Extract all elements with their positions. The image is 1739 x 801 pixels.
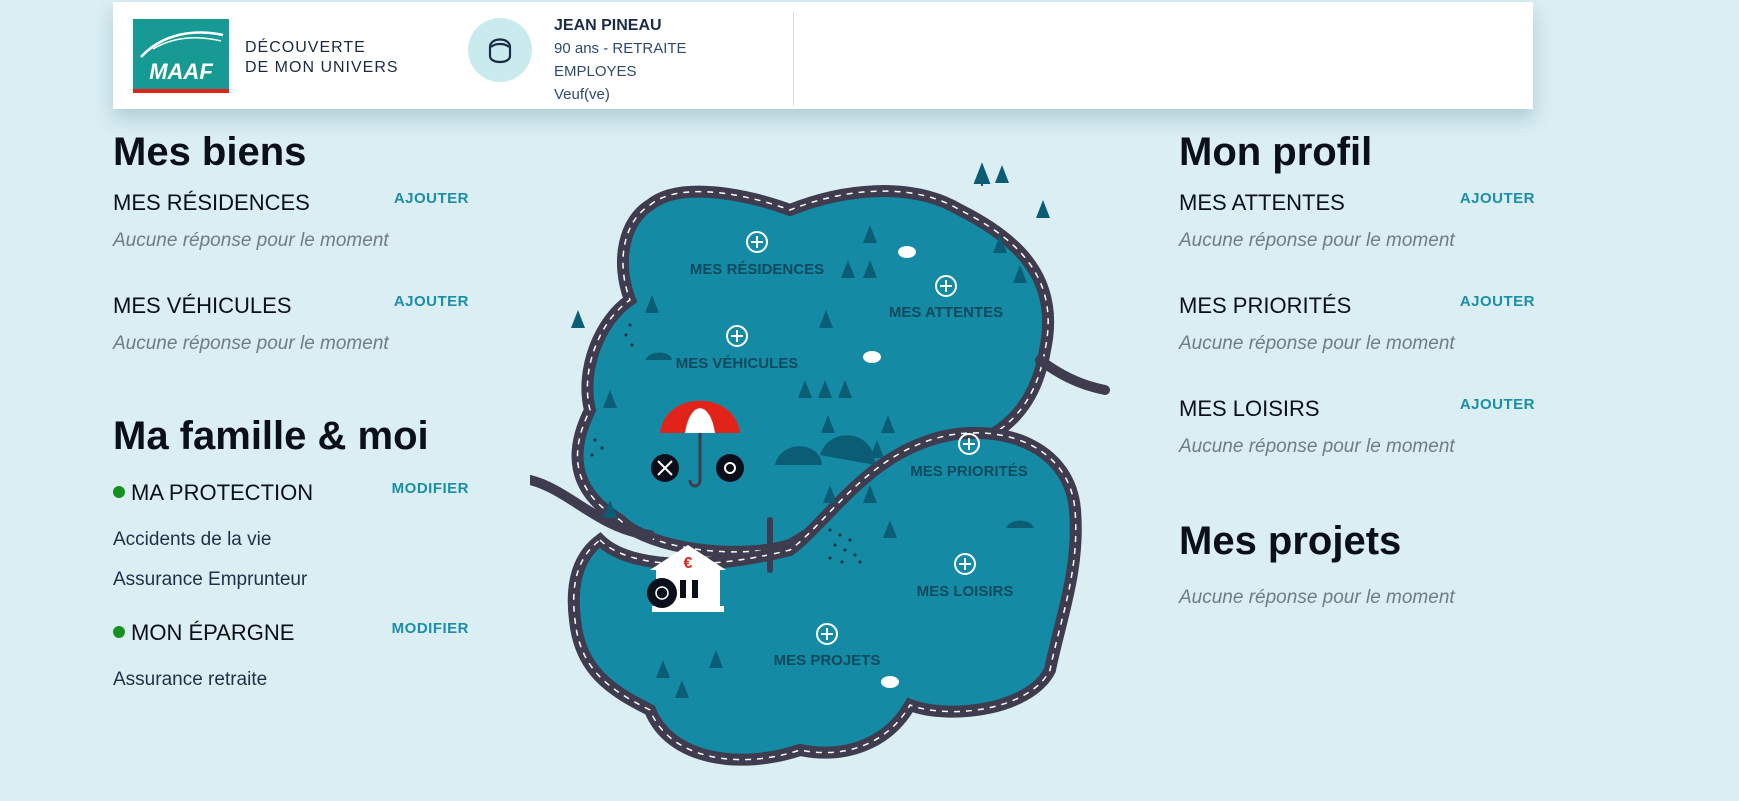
user-info: JEAN PINEAU 90 ans - RETRAITE EMPLOYES V… [554,14,687,106]
epargne-header: MON ÉPARGNE MODIFIER [113,616,469,654]
modify-protection-button[interactable]: MODIFIER [392,480,469,497]
loisirs-title: MES LOISIRS [1179,396,1320,421]
modify-epargne-button[interactable]: MODIFIER [392,620,469,637]
map-label-projets[interactable]: MES PROJETS [774,652,881,669]
add-vehicule-button[interactable]: AJOUTER [394,293,469,310]
attentes-header: MES ATTENTES AJOUTER [1179,186,1535,224]
user-age-status: 90 ans - RETRAITE [554,40,687,57]
map-label-priorites[interactable]: MES PRIORITÉS [910,463,1028,480]
vehicules-empty-text: Aucune réponse pour le moment [113,333,389,354]
mes-projets-title: Mes projets [1179,519,1402,563]
map-label-loisirs[interactable]: MES LOISIRS [917,583,1014,600]
svg-text:€: € [684,555,693,572]
protection-title: MA PROTECTION [113,476,313,510]
left-column: Mes biens MES RÉSIDENCES AJOUTER Aucune … [113,126,469,700]
add-loisirs-button[interactable]: AJOUTER [1460,396,1535,413]
vehicules-header: MES VÉHICULES AJOUTER [113,289,469,327]
map-label-attentes[interactable]: MES ATTENTES [889,304,1003,321]
protection-title-text: MA PROTECTION [131,480,314,505]
brand-title: DÉCOUVERTE DE MON UNIVERS [245,38,399,78]
mes-biens-title: Mes biens [113,130,307,174]
map-label-residences[interactable]: MES RÉSIDENCES [690,261,824,278]
vehicules-title: MES VÉHICULES [113,293,292,318]
priorites-title: MES PRIORITÉS [1179,293,1352,318]
add-residence-button[interactable]: AJOUTER [394,190,469,207]
add-attentes-button[interactable]: AJOUTER [1460,190,1535,207]
user-name: JEAN PINEAU [554,17,662,34]
epargne-title: MON ÉPARGNE [113,616,294,650]
svg-text:MAAF: MAAF [149,59,213,84]
loisirs-header: MES LOISIRS AJOUTER [1179,392,1535,430]
header-divider [793,12,794,106]
epargne-title-text: MON ÉPARGNE [131,620,295,645]
residences-header: MES RÉSIDENCES AJOUTER [113,186,469,224]
mon-profil-title: Mon profil [1179,130,1373,174]
map-label-vehicules[interactable]: MES VÉHICULES [676,355,799,372]
add-priorites-button[interactable]: AJOUTER [1460,293,1535,310]
priorites-header: MES PRIORITÉS AJOUTER [1179,289,1535,327]
user-marital: Veuf(ve) [554,86,610,103]
attentes-title: MES ATTENTES [1179,190,1345,215]
projets-empty-text: Aucune réponse pour le moment [1179,587,1455,608]
status-dot [113,486,125,499]
priorites-empty-text: Aucune réponse pour le moment [1179,333,1455,354]
maaf-logo[interactable]: MAAF [133,19,229,93]
loisirs-empty-text: Aucune réponse pour le moment [1179,436,1455,457]
epargne-item: Assurance retraite [113,669,268,690]
brand-title-line2: DE MON UNIVERS [245,59,399,76]
right-column: Mon profil MES ATTENTES AJOUTER Aucune r… [1179,126,1535,646]
protection-item: Assurance Emprunteur [113,569,308,590]
avatar [468,18,532,82]
residences-empty-text: Aucune réponse pour le moment [113,230,389,251]
attentes-empty-text: Aucune réponse pour le moment [1179,230,1455,251]
user-face-icon [488,38,512,64]
brand-title-line1: DÉCOUVERTE [245,39,366,56]
famille-title: Ma famille & moi [113,414,429,458]
residences-title: MES RÉSIDENCES [113,190,310,215]
top-header: MAAF DÉCOUVERTE DE MON UNIVERS JEAN PINE… [113,2,1533,109]
user-category: EMPLOYES [554,63,637,80]
status-dot [113,626,125,639]
univers-map: € MES RÉSIDENCES MES ATTENTES MES VÉHICU… [525,150,1110,775]
protection-header: MA PROTECTION MODIFIER [113,476,469,514]
protection-item: Accidents de la vie [113,529,272,550]
